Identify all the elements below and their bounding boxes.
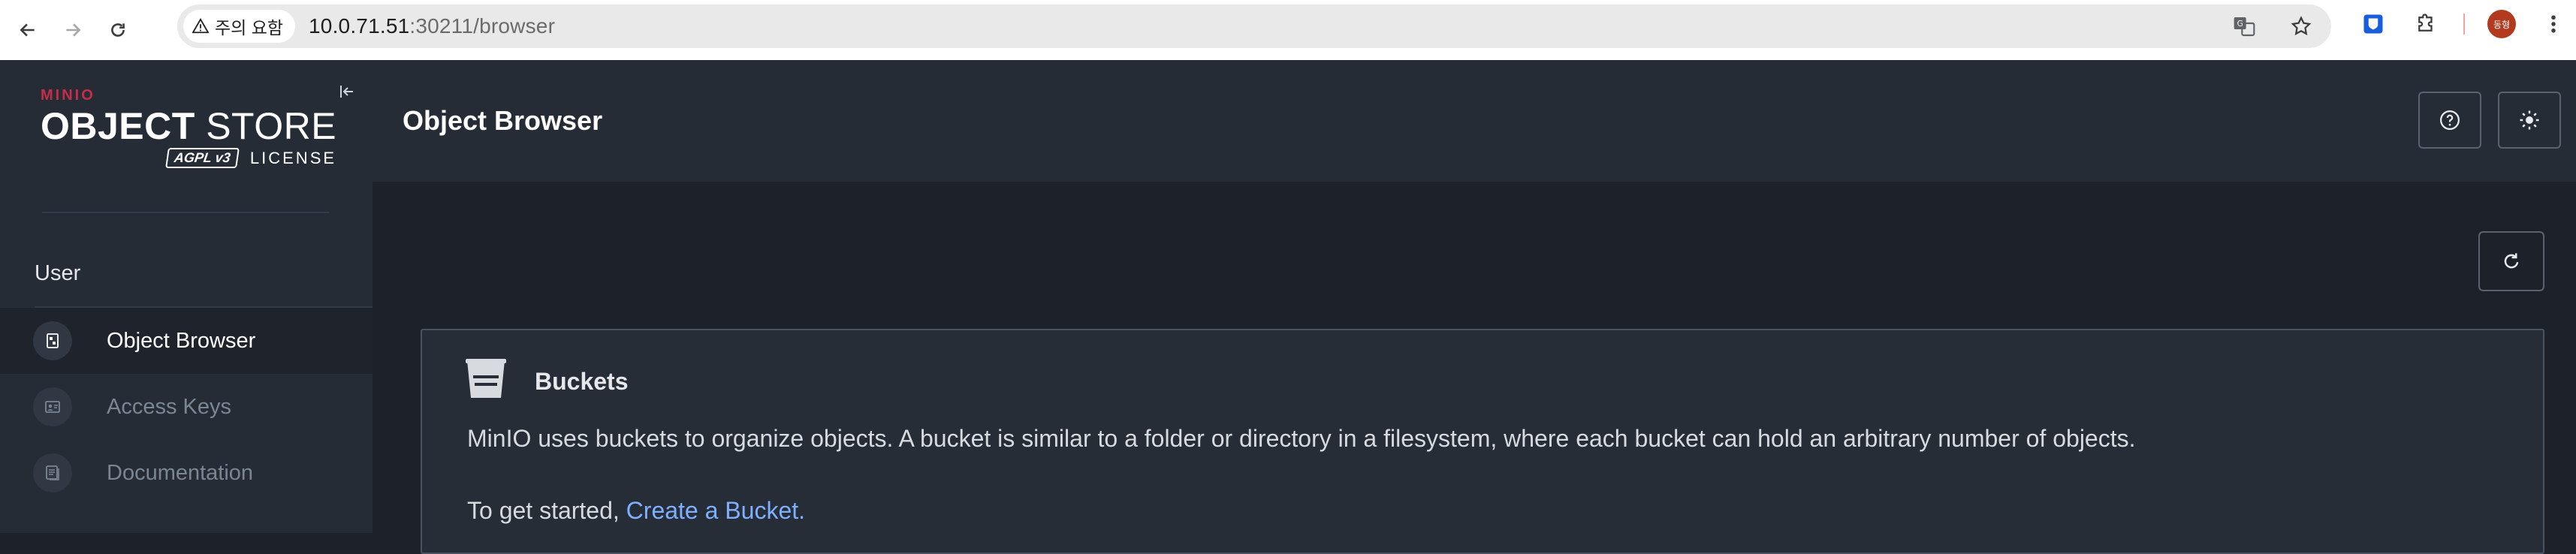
panel-title: Buckets [535,368,629,395]
reload-button[interactable] [101,13,135,47]
warning-icon [192,18,209,34]
sun-icon [2520,110,2539,130]
url-text[interactable]: 10.0.71.51:30211/browser [309,14,555,38]
sidebar-item-label: Access Keys [107,394,231,419]
shield-extension-icon [2363,14,2383,34]
panel-description: MinIO uses buckets to organize objects. … [467,425,2136,452]
bucket-icon [464,356,508,405]
bookmark-button[interactable] [2286,11,2316,41]
buckets-info-panel: Buckets MinIO uses buckets to organize o… [421,329,2544,554]
page-title: Object Browser [403,105,603,136]
cta-prefix: To get started, [467,497,626,524]
url-path: :30211/browser [409,14,556,38]
sidebar: MINIO OBJECT STORE AGPL v3 LICENSE User … [0,60,373,533]
puzzle-icon [2418,14,2433,32]
sidebar-section-user: User [35,261,81,285]
translate-button[interactable]: G [2229,11,2259,41]
sidebar-divider [42,212,329,213]
extensions-button[interactable] [2411,9,2441,39]
help-icon [2440,110,2460,130]
extension-bitwarden-button[interactable] [2358,9,2388,39]
security-chip[interactable]: 주의 요함 [183,10,296,43]
help-button[interactable] [2418,92,2481,149]
collapse-left-icon [340,86,353,98]
arrow-right-icon [66,23,81,37]
browser-toolbar: 주의 요함 10.0.71.51:30211/browser G 동형 [0,0,2576,60]
url-host: 10.0.71.51 [309,14,410,38]
arrow-left-icon [20,23,35,37]
translate-icon: G [2234,17,2255,37]
security-label: 주의 요함 [215,18,284,38]
svg-text:G: G [2237,19,2243,29]
documentation-icon [33,453,72,492]
access-keys-icon [33,387,72,426]
page-header: Object Browser [373,60,2576,182]
create-bucket-link[interactable]: Create a Bucket. [626,497,805,524]
profile-avatar[interactable]: 동형 [2487,10,2516,38]
back-button[interactable] [11,13,45,47]
theme-toggle-button[interactable] [2498,92,2561,149]
panel-cta: To get started, Create a Bucket. [467,497,805,525]
kebab-menu-icon [2551,15,2556,33]
toolbar-divider [2463,14,2465,35]
logo-brand: MINIO [41,87,95,104]
license-label: LICENSE [249,148,337,167]
logo-license-row: AGPL v3 LICENSE [41,148,336,168]
minio-logo: MINIO OBJECT STORE AGPL v3 LICENSE [41,87,336,168]
sidebar-item-object-browser[interactable]: Object Browser [0,308,373,374]
logo-title-thin: STORE [195,105,337,147]
object-browser-icon [33,321,72,360]
sidebar-item-label: Object Browser [107,328,256,353]
agpl-badge: AGPL v3 [165,148,240,168]
sidebar-item-access-keys[interactable]: Access Keys [0,374,373,440]
star-icon [2291,16,2312,35]
sidebar-item-documentation[interactable]: Documentation [0,440,373,506]
logo-title: OBJECT STORE [41,106,336,146]
logo-title-bold: OBJECT [41,105,195,147]
browser-menu-button[interactable] [2538,9,2568,39]
collapse-sidebar-button[interactable] [335,80,359,104]
forward-button[interactable] [56,13,90,47]
address-bar[interactable]: 주의 요함 10.0.71.51:30211/browser G [177,5,2331,48]
refresh-icon [2504,253,2519,269]
main-content: Buckets MinIO uses buckets to organize o… [373,182,2576,554]
reload-icon [111,23,125,37]
refresh-button[interactable] [2478,231,2544,291]
sidebar-item-label: Documentation [107,460,254,485]
